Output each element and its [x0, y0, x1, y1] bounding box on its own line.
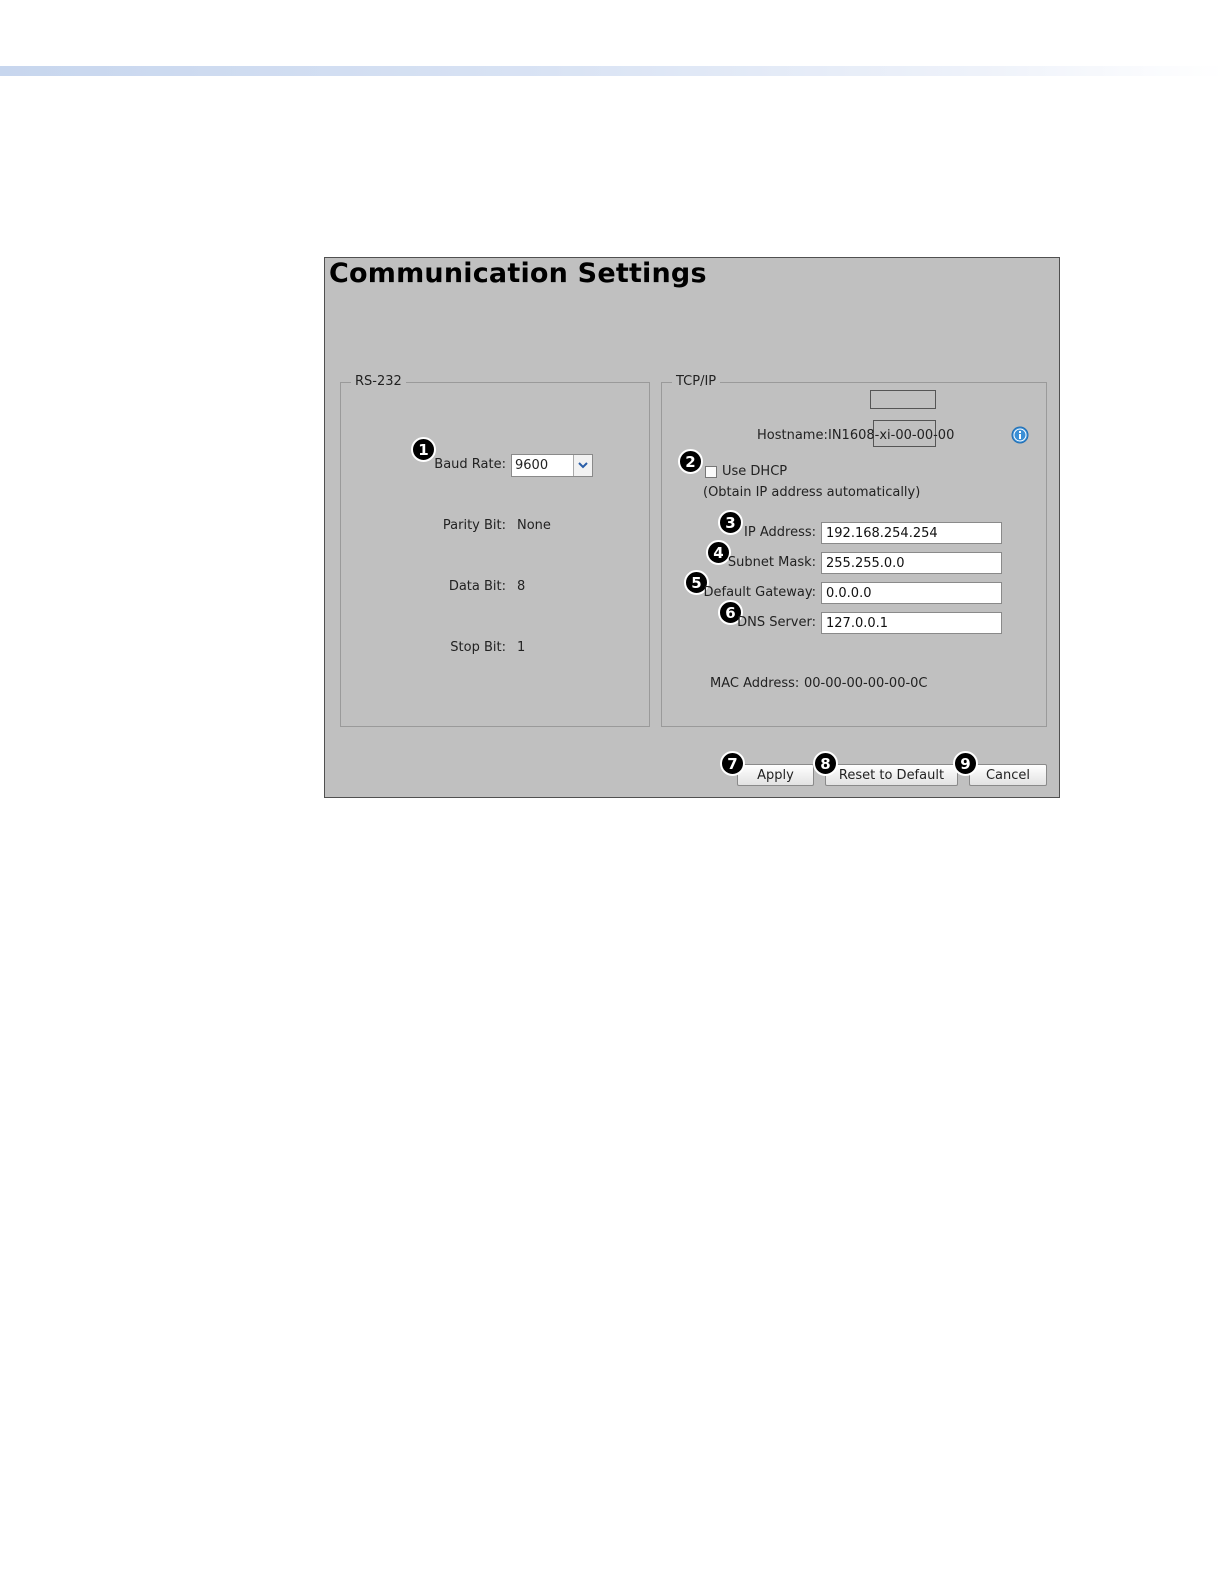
- info-icon[interactable]: [1011, 426, 1029, 444]
- baud-rate-label: Baud Rate:: [434, 457, 506, 472]
- hostname-label: Hostname:: [757, 428, 828, 443]
- reset-to-default-button[interactable]: Reset to Default: [825, 764, 958, 786]
- dns-server-input[interactable]: [821, 612, 1002, 634]
- stop-bit-label: Stop Bit:: [450, 640, 506, 655]
- page-header-rule: [0, 66, 1224, 76]
- subnet-mask-input[interactable]: [821, 552, 1002, 574]
- ip-address-input[interactable]: [821, 522, 1002, 544]
- dns-server-label: DNS Server:: [737, 615, 816, 630]
- default-gateway-label: Default Gateway:: [703, 585, 817, 600]
- callout-9: 9: [953, 751, 978, 776]
- rs232-group: RS-232: [340, 374, 650, 727]
- tcpip-legend: TCP/IP: [672, 374, 721, 389]
- rs232-legend: RS-232: [351, 374, 406, 389]
- cancel-button[interactable]: Cancel: [969, 764, 1047, 786]
- data-bit-value: 8: [517, 579, 526, 594]
- callout-8: 8: [813, 751, 838, 776]
- use-dhcp-checkbox[interactable]: [705, 466, 717, 478]
- hostname-value[interactable]: IN1608-xi-00-00-00: [828, 428, 954, 443]
- baud-rate-select[interactable]: 9600: [511, 454, 593, 477]
- use-dhcp-label: Use DHCP: [722, 464, 788, 479]
- subnet-mask-label: Subnet Mask:: [727, 555, 816, 570]
- page-title: Communication Settings: [329, 258, 707, 289]
- stop-bit-value: 1: [517, 640, 526, 655]
- hostname-marker-box: [870, 390, 936, 409]
- parity-bit-value: None: [517, 518, 551, 533]
- mac-address-label: MAC Address:: [710, 676, 800, 691]
- data-bit-label: Data Bit:: [448, 579, 506, 594]
- default-gateway-input[interactable]: [821, 582, 1002, 604]
- baud-rate-dropdown-button[interactable]: [573, 455, 592, 476]
- callout-2: 2: [678, 449, 703, 474]
- apply-button[interactable]: Apply: [737, 764, 814, 786]
- baud-rate-value: 9600: [515, 458, 549, 473]
- mac-address-value: 00-00-00-00-00-0C: [804, 676, 928, 691]
- ip-address-label: IP Address:: [744, 525, 816, 540]
- communication-settings-panel: Communication Settings RS-232 1 Baud Rat…: [324, 257, 1060, 798]
- dhcp-note: (Obtain IP address automatically): [703, 485, 921, 500]
- chevron-down-icon: [578, 462, 588, 469]
- callout-7: 7: [720, 751, 745, 776]
- parity-bit-label: Parity Bit:: [442, 518, 506, 533]
